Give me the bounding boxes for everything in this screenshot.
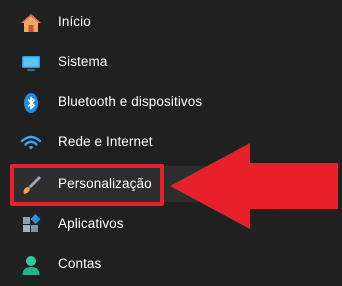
wifi-icon	[20, 132, 42, 154]
nav-item-aplicativos[interactable]: Aplicativos	[10, 206, 330, 242]
nav-item-inicio[interactable]: Início	[10, 4, 330, 40]
nav-item-sistema[interactable]: Sistema	[10, 44, 330, 80]
settings-window: Início Sistema Bluetooth e dispositivos	[0, 0, 342, 286]
nav-item-label: Rede e Internet	[58, 134, 153, 149]
settings-nav-sidebar: Início Sistema Bluetooth e dispositivos	[0, 0, 342, 286]
nav-item-label: Bluetooth e dispositivos	[58, 94, 203, 109]
nav-item-label: Início	[58, 14, 91, 29]
highlight-box	[10, 164, 164, 206]
apps-icon	[20, 214, 42, 236]
nav-item-label: Sistema	[58, 54, 108, 69]
home-icon	[20, 12, 42, 34]
nav-item-contas[interactable]: Contas	[10, 246, 330, 282]
nav-item-rede[interactable]: Rede e Internet	[10, 124, 330, 160]
nav-item-label: Aplicativos	[58, 216, 124, 231]
bluetooth-icon	[20, 92, 42, 114]
nav-item-label: Contas	[58, 256, 102, 271]
person-icon	[20, 254, 42, 276]
system-display-icon	[20, 52, 42, 74]
nav-item-bluetooth[interactable]: Bluetooth e dispositivos	[10, 84, 330, 120]
